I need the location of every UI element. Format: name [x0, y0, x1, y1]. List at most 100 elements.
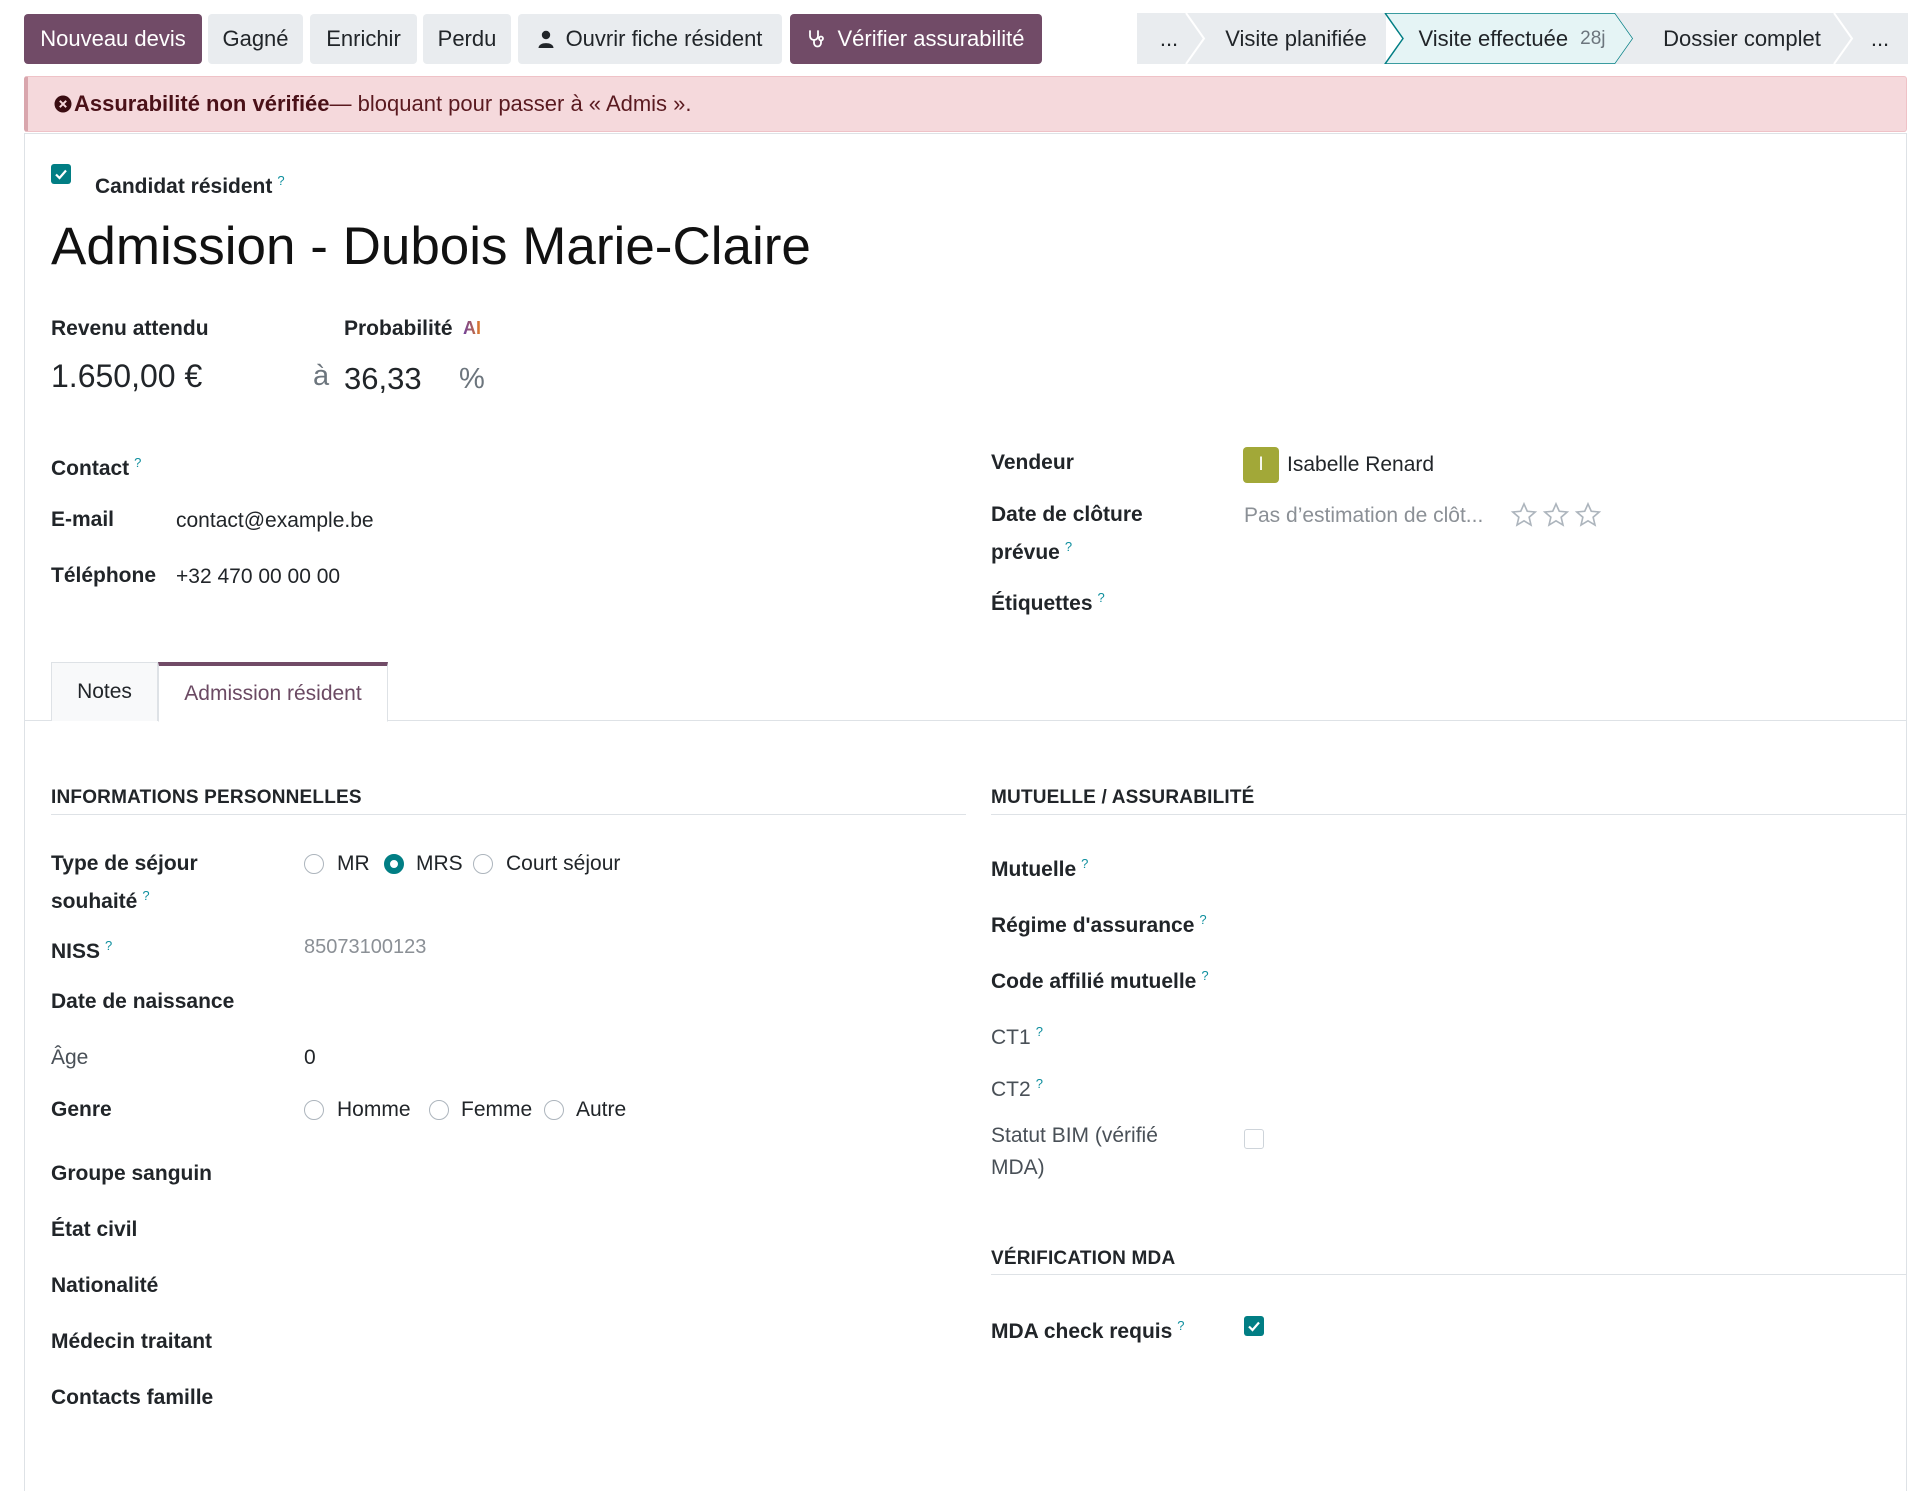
help-icon[interactable]: ?: [1036, 1076, 1043, 1091]
stage-more-left[interactable]: ...: [1137, 13, 1201, 64]
avatar-initial: I: [1258, 454, 1264, 475]
insurance-section-title: MUTUELLE / ASSURABILITÉ: [991, 787, 1255, 808]
personal-section-title: INFORMATIONS PERSONNELLES: [51, 787, 362, 808]
gender-option-female: Femme: [461, 1098, 533, 1121]
error-circle-icon: [54, 95, 72, 113]
bim-status-checkbox[interactable]: [1244, 1129, 1264, 1149]
new-quote-label: Nouveau devis: [40, 26, 186, 51]
insurability-alert: Assurabilité non vérifiée — bloquant pou…: [24, 76, 1907, 132]
stethoscope-icon: [807, 29, 825, 49]
status-bar: ... Visite planifiée Visite effectuée 28…: [1137, 13, 1908, 64]
mutual-label-text: Mutuelle: [991, 858, 1077, 881]
tab-notes[interactable]: Notes: [51, 662, 158, 721]
family-contacts-label: Contacts famille: [51, 1386, 214, 1409]
mda-check-checkbox[interactable]: [1244, 1316, 1264, 1336]
percent-sign: %: [459, 363, 485, 395]
stay-type-label: Type de séjour souhaité?: [51, 848, 198, 918]
email-label: E-mail: [51, 508, 115, 531]
insurance-section-divider: [991, 814, 1906, 815]
help-icon[interactable]: ?: [105, 938, 112, 953]
mda-section-divider: [991, 1274, 1906, 1275]
gender-radio-female[interactable]: [429, 1100, 449, 1120]
star-icon[interactable]: [1542, 501, 1570, 529]
stay-radio-mr[interactable]: [304, 854, 324, 874]
stay-option-short: Court séjour: [506, 852, 621, 875]
stay-radio-short[interactable]: [473, 854, 493, 874]
enrich-button[interactable]: Enrichir: [310, 14, 417, 64]
stage-more-left-label: ...: [1159, 25, 1179, 51]
email-field[interactable]: contact@example.be: [176, 505, 374, 537]
star-icon[interactable]: [1574, 501, 1602, 529]
nationality-label: Nationalité: [51, 1274, 159, 1297]
phone-label: Téléphone: [51, 564, 157, 587]
gender-label: Genre: [51, 1098, 112, 1121]
stage-file-complete-label: Dossier complet: [1663, 25, 1821, 51]
phone-field[interactable]: +32 470 00 00 00: [176, 561, 340, 593]
candidate-checkbox[interactable]: [51, 164, 71, 184]
tags-label: Étiquettes?: [991, 582, 1105, 620]
doctor-label: Médecin traitant: [51, 1330, 213, 1353]
gender-radio-male[interactable]: [304, 1100, 324, 1120]
stay-option-mr: MR: [337, 852, 370, 875]
stage-file-complete[interactable]: Dossier complet: [1637, 13, 1847, 64]
gender-option-male: Homme: [337, 1098, 411, 1121]
enrich-label: Enrichir: [326, 26, 401, 51]
stay-option-mrs: MRS: [416, 852, 463, 875]
closing-date-label-line2: prévue: [991, 541, 1060, 564]
check-icon: [1248, 1321, 1260, 1332]
new-quote-button[interactable]: Nouveau devis: [24, 14, 202, 64]
ct1-label-text: CT1: [991, 1026, 1031, 1049]
regime-label-text: Régime d'assurance: [991, 914, 1195, 937]
candidate-label: Candidat résident?: [95, 165, 285, 203]
verify-insurability-button[interactable]: Vérifier assurabilité: [790, 14, 1042, 64]
help-icon[interactable]: ?: [1065, 539, 1072, 554]
gender-radio-other[interactable]: [544, 1100, 564, 1120]
expected-revenue-label: Revenu attendu: [51, 317, 209, 340]
help-icon[interactable]: ?: [1201, 968, 1208, 983]
closing-date-input[interactable]: Pas d’estimation de clôt...: [1244, 500, 1483, 532]
help-icon[interactable]: ?: [142, 888, 149, 903]
member-code-label-text: Code affilié mutuelle: [991, 970, 1197, 993]
niss-label: NISS?: [51, 930, 112, 968]
ct1-label: CT1?: [991, 1016, 1043, 1054]
tab-admission[interactable]: Admission résident: [158, 662, 388, 722]
stage-visit-done-label: Visite effectuée: [1418, 25, 1569, 51]
lost-button[interactable]: Perdu: [423, 14, 511, 64]
stage-planned-visit-label: Visite planifiée: [1225, 25, 1367, 51]
help-icon[interactable]: ?: [1081, 856, 1088, 871]
niss-input[interactable]: 85073100123: [304, 931, 426, 963]
age-label: Âge: [51, 1046, 89, 1069]
priority-stars: [1510, 501, 1602, 529]
salesperson-field[interactable]: Isabelle Renard: [1287, 449, 1434, 481]
star-icon[interactable]: [1510, 501, 1538, 529]
stage-more-right[interactable]: ...: [1852, 13, 1908, 64]
tab-admission-label: Admission résident: [184, 681, 362, 705]
help-icon[interactable]: ?: [1199, 912, 1206, 927]
record-title[interactable]: Admission - Dubois Marie-Claire: [51, 214, 811, 280]
stage-visit-done[interactable]: Visite effectuée 28j: [1399, 13, 1625, 64]
personal-section-divider: [51, 814, 966, 815]
niss-label-text: NISS: [51, 940, 101, 963]
verify-insurability-label: Vérifier assurabilité: [837, 26, 1025, 51]
regime-label: Régime d'assurance?: [991, 904, 1207, 942]
contact-label-text: Contact: [51, 457, 130, 480]
stage-planned-visit[interactable]: Visite planifiée: [1201, 13, 1391, 64]
expected-revenue-value[interactable]: 1.650,00 €: [51, 354, 202, 398]
stay-radio-mrs[interactable]: [384, 854, 404, 874]
stage-more-right-label: ...: [1870, 25, 1890, 51]
user-icon: [538, 30, 554, 48]
gender-option-other: Autre: [576, 1098, 627, 1121]
help-icon[interactable]: ?: [277, 173, 284, 188]
age-value: 0: [304, 1046, 316, 1069]
open-resident-button[interactable]: Ouvrir fiche résident: [518, 14, 782, 64]
probability-value[interactable]: 36,33: [344, 359, 422, 399]
help-icon[interactable]: ?: [134, 455, 141, 470]
mda-section-title: VÉRIFICATION MDA: [991, 1248, 1176, 1269]
help-icon[interactable]: ?: [1177, 1318, 1184, 1333]
mutual-label: Mutuelle?: [991, 848, 1088, 886]
help-icon[interactable]: ?: [1036, 1024, 1043, 1039]
tags-label-text: Étiquettes: [991, 592, 1093, 615]
mda-check-label-text: MDA check requis: [991, 1320, 1173, 1343]
help-icon[interactable]: ?: [1098, 590, 1105, 605]
won-button[interactable]: Gagné: [208, 14, 303, 64]
